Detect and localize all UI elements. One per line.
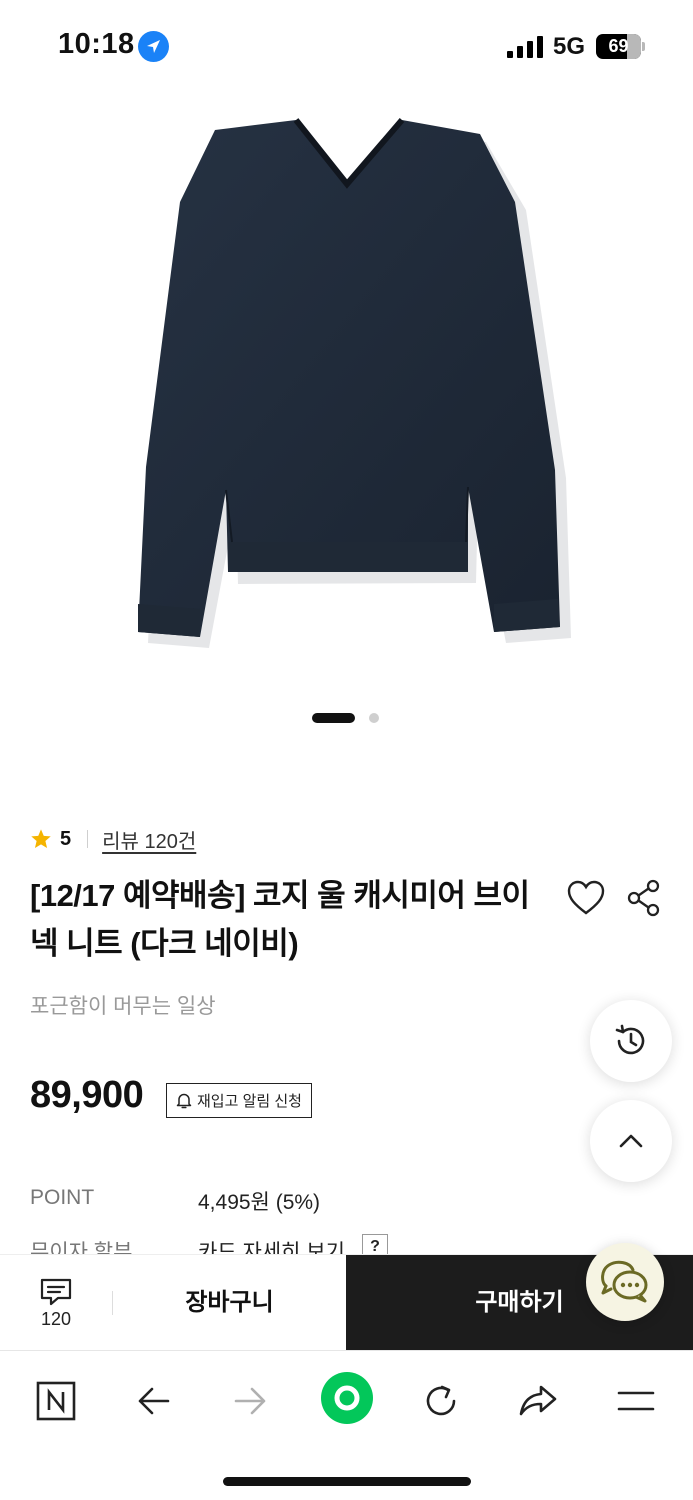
restock-alert-label: 재입고 알림 신청 [197, 1093, 302, 1110]
point-label: POINT [30, 1186, 95, 1209]
network-label: 5G [553, 33, 586, 60]
cart-button[interactable]: 장바구니 [113, 1255, 346, 1351]
sweater-illustration [138, 118, 571, 648]
rating-score: 5 [60, 827, 72, 850]
installment-row: 무이자 할부 카드 자세히 보기 ? [0, 1228, 693, 1254]
recent-history-button[interactable] [590, 1000, 672, 1082]
bell-icon [176, 1093, 192, 1109]
installment-label: 무이자 할부 [30, 1241, 133, 1254]
naver-home-icon[interactable] [28, 1373, 84, 1429]
review-shortcut-button[interactable]: 120 [30, 1277, 82, 1330]
history-icon [615, 1024, 645, 1055]
product-price: 89,900 [30, 1074, 144, 1116]
product-subtitle: 포근함이 머무는 일상 [30, 995, 216, 1018]
review-count-link[interactable]: 리뷰 120건 [102, 825, 196, 854]
status-bar: 10:18 5G 69 [0, 0, 693, 92]
star-icon [31, 829, 51, 848]
point-value: 4,495원 (5%) [198, 1191, 321, 1214]
share-icon[interactable] [626, 879, 662, 917]
forward-arrow-icon[interactable] [222, 1373, 278, 1429]
product-image[interactable] [0, 92, 693, 692]
status-time: 10:18 [58, 28, 135, 60]
help-icon[interactable]: ? [362, 1234, 388, 1254]
scroll-top-button[interactable] [590, 1100, 672, 1182]
product-title: [12/17 예약배송] 코지 울 캐시미어 브이넥 니트 (다크 네이비) [30, 878, 530, 961]
chat-bubbles-icon [601, 1260, 648, 1303]
back-arrow-icon[interactable] [126, 1373, 182, 1429]
image-pager[interactable] [312, 712, 382, 724]
naver-green-dot-icon[interactable] [318, 1369, 376, 1427]
battery-level: 69 [608, 36, 629, 56]
review-count: 120 [40, 1309, 72, 1329]
heart-icon[interactable] [566, 879, 606, 917]
restock-alert-button[interactable]: 재입고 알림 신청 [166, 1083, 312, 1118]
share-arrow-icon[interactable] [510, 1373, 566, 1429]
rating-row: 5 리뷰 120건 [30, 824, 196, 854]
chat-button[interactable] [586, 1243, 664, 1321]
pager-dot[interactable] [369, 713, 379, 723]
review-comment-icon [40, 1278, 72, 1306]
cellular-signal-icon [507, 36, 543, 58]
location-arrow-icon [138, 31, 169, 62]
chevron-up-icon [619, 1134, 643, 1148]
reload-icon[interactable] [413, 1373, 469, 1429]
menu-icon[interactable] [608, 1373, 664, 1429]
pager-dot-active[interactable] [312, 713, 355, 723]
divider [87, 830, 89, 848]
card-details-link[interactable]: 카드 자세히 보기 [198, 1236, 345, 1254]
battery-icon: 69 [596, 34, 646, 59]
home-indicator [223, 1477, 471, 1486]
